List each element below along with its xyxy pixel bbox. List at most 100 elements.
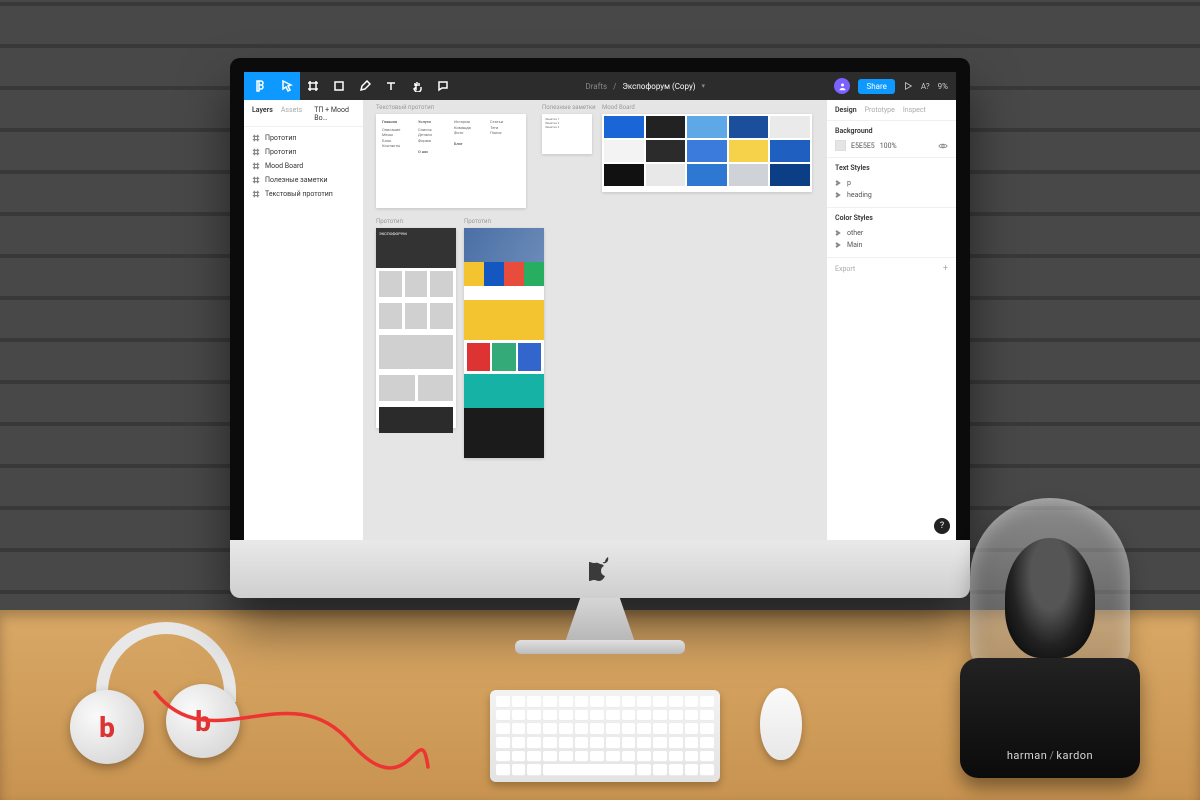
bg-hex[interactable]: E5E5E5 xyxy=(851,142,875,150)
imac-chin xyxy=(230,540,970,598)
layer-item[interactable]: Mood Board xyxy=(244,159,363,173)
hero-dark: ЭКСПОФОРУМ xyxy=(376,228,456,268)
layer-label: Прототип xyxy=(265,134,296,142)
panel-title: Export xyxy=(835,265,855,273)
apple-logo-icon xyxy=(589,556,611,582)
background-row[interactable]: E5E5E5 100% xyxy=(835,140,948,151)
hand-tool-button[interactable] xyxy=(404,72,430,100)
pen-tool-button[interactable] xyxy=(352,72,378,100)
speaker-cone xyxy=(1005,538,1095,658)
layer-label: Полезные заметки xyxy=(265,176,328,184)
right-sidebar: Design Prototype Inspect Background E5E5… xyxy=(826,100,956,540)
add-export-button[interactable]: + xyxy=(943,264,948,274)
comment-icon xyxy=(437,80,449,92)
rectangle-icon xyxy=(333,80,345,92)
layer-label: Прототип xyxy=(265,148,296,156)
scene-root: Drafts / Экспофорум (Copy) ▾ Share A? 9% xyxy=(0,0,1200,800)
chevron-down-icon: ▾ xyxy=(702,82,706,90)
headphone-cable xyxy=(150,682,430,772)
present-button[interactable] xyxy=(903,81,913,91)
text-style-item[interactable]: heading xyxy=(835,189,948,201)
text-style-item[interactable]: p xyxy=(835,177,948,189)
style-label: Main xyxy=(847,241,863,249)
style-label: other xyxy=(847,229,863,237)
pen-icon xyxy=(359,80,371,92)
inspect-tab[interactable]: Inspect xyxy=(903,106,926,114)
frame-label[interactable]: Полезные заметки xyxy=(542,104,596,111)
right-tabs: Design Prototype Inspect xyxy=(827,100,956,121)
frame-label[interactable]: Прототип xyxy=(464,218,491,225)
speaker-brand: harman/kardon xyxy=(1007,749,1093,762)
style-label: heading xyxy=(847,191,872,199)
chevron-right-icon xyxy=(835,230,841,236)
zoom-level[interactable]: 9% xyxy=(938,82,948,91)
frame-label[interactable]: Прототип xyxy=(376,218,403,225)
panel-title: Color Styles xyxy=(835,214,948,222)
layer-item[interactable]: Полезные заметки xyxy=(244,173,363,187)
breadcrumb-sep: / xyxy=(613,82,616,91)
frame-label[interactable]: Текстовый прототип xyxy=(376,104,434,111)
frame-notes[interactable]: Заметка 1Заметка 2Заметка 3 xyxy=(542,114,592,154)
chevron-right-icon xyxy=(835,180,841,186)
frame-content: ГлавнаяОписаниеМенюБлокКонтакты УслугиСп… xyxy=(376,114,526,208)
color-style-item[interactable]: Main xyxy=(835,239,948,251)
mouse xyxy=(760,688,802,760)
user-avatar[interactable] xyxy=(834,78,850,94)
frame-prototype-color[interactable] xyxy=(464,228,544,458)
text-tool-button[interactable] xyxy=(378,72,404,100)
frame-icon xyxy=(252,148,260,156)
file-name: Экспофорум (Copy) xyxy=(622,82,695,91)
comment-tool-button[interactable] xyxy=(430,72,456,100)
frame-icon xyxy=(252,190,260,198)
layer-label: Текстовый прототип xyxy=(265,190,333,198)
speaker-base: harman/kardon xyxy=(960,658,1140,778)
frame-icon xyxy=(252,162,260,170)
chevron-right-icon xyxy=(835,192,841,198)
frame-text-prototype[interactable]: ГлавнаяОписаниеМенюБлокКонтакты УслугиСп… xyxy=(376,114,526,208)
frame-tool-button[interactable] xyxy=(300,72,326,100)
toolbar-center[interactable]: Drafts / Экспофорум (Copy) ▾ xyxy=(456,82,834,91)
view-options-button[interactable]: A? xyxy=(921,82,930,91)
frame-icon xyxy=(307,80,319,92)
page-selector[interactable]: ТП + Mood Bo… xyxy=(310,106,355,122)
left-sidebar: Layers Assets ТП + Mood Bo… Прототип Про… xyxy=(244,100,364,540)
cursor-icon xyxy=(281,80,293,92)
bg-opacity[interactable]: 100% xyxy=(880,142,897,150)
layer-item[interactable]: Текстовый прототип xyxy=(244,187,363,201)
color-style-item[interactable]: other xyxy=(835,227,948,239)
frame-label[interactable]: Mood Board xyxy=(602,104,635,111)
panel-title: Background xyxy=(835,127,948,135)
assets-tab[interactable]: Assets xyxy=(281,106,302,122)
move-tool-button[interactable] xyxy=(274,72,300,100)
layers-tab[interactable]: Layers xyxy=(252,106,273,122)
workspace: Layers Assets ТП + Mood Bo… Прототип Про… xyxy=(244,100,956,540)
panel-title: Text Styles xyxy=(835,164,948,172)
prototype-tab[interactable]: Prototype xyxy=(865,106,895,114)
text-icon xyxy=(385,80,397,92)
canvas[interactable]: Текстовый прототип ГлавнаяОписаниеМенюБл… xyxy=(364,100,826,540)
toolbar-left xyxy=(244,72,456,100)
background-panel: Background E5E5E5 100% xyxy=(827,121,956,158)
design-tab[interactable]: Design xyxy=(835,106,857,114)
imac-bezel: Drafts / Экспофорум (Copy) ▾ Share A? 9% xyxy=(230,58,970,598)
hand-icon xyxy=(411,80,423,92)
breadcrumb-folder: Drafts xyxy=(585,82,607,91)
speaker: harman/kardon xyxy=(960,498,1140,778)
eye-icon[interactable] xyxy=(938,141,948,151)
frame-prototype-wire[interactable]: ЭКСПОФОРУМ xyxy=(376,228,456,428)
layer-item[interactable]: Прототип xyxy=(244,131,363,145)
frame-mood-board[interactable] xyxy=(602,114,812,192)
chevron-right-icon xyxy=(835,242,841,248)
main-menu-button[interactable] xyxy=(244,72,274,100)
headphone-cup-left xyxy=(70,690,144,764)
color-swatch[interactable] xyxy=(835,140,846,151)
export-panel: Export + xyxy=(827,258,956,280)
keyboard xyxy=(490,690,720,782)
help-button[interactable]: ? xyxy=(934,518,950,534)
frame-icon xyxy=(252,134,260,142)
imac-stand xyxy=(515,598,685,654)
share-button[interactable]: Share xyxy=(858,79,894,94)
figma-toolbar: Drafts / Экспофорум (Copy) ▾ Share A? 9% xyxy=(244,72,956,100)
layer-item[interactable]: Прототип xyxy=(244,145,363,159)
shape-tool-button[interactable] xyxy=(326,72,352,100)
